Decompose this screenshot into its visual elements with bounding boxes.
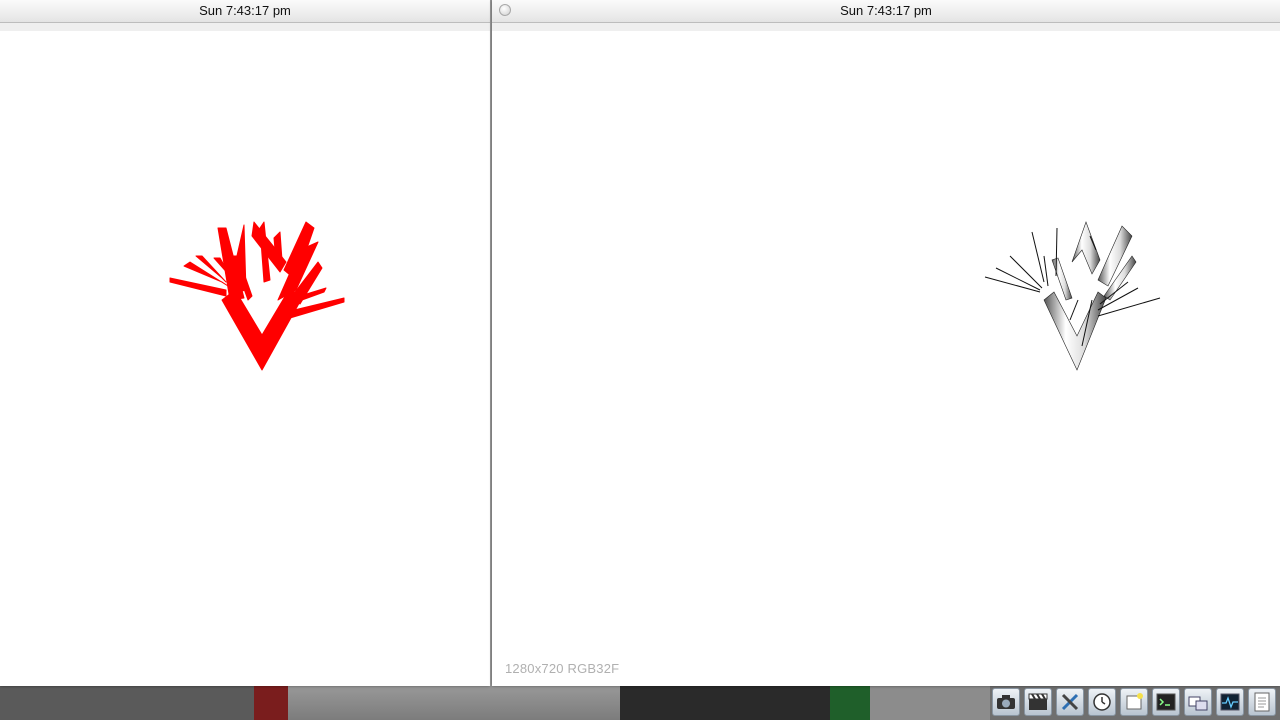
toolbar-strip	[0, 23, 490, 31]
close-icon[interactable]	[499, 4, 511, 16]
window-title-bar[interactable]: Sun 7:43:17 pm	[492, 0, 1280, 23]
window-title-bar[interactable]: Sun 7:43:17 pm	[0, 0, 490, 23]
clock-icon[interactable]	[1088, 688, 1116, 716]
activity-monitor-icon[interactable]	[1216, 688, 1244, 716]
clapperboard-icon[interactable]	[1024, 688, 1052, 716]
tools-icon[interactable]	[1056, 688, 1084, 716]
resolution-label: 1280x720 RGB32F	[505, 661, 620, 676]
render-canvas[interactable]: 1280x720 RGB32F	[492, 31, 1280, 686]
left-render-window[interactable]: Sun 7:43:17 pm	[0, 0, 490, 686]
right-render-window[interactable]: Sun 7:43:17 pm 1280x720 RGB32F	[492, 0, 1280, 686]
red-tree-render	[169, 221, 345, 371]
windows-icon[interactable]	[1184, 688, 1212, 716]
render-canvas[interactable]	[0, 31, 490, 686]
shaded-tree-render	[984, 221, 1161, 371]
camera-icon[interactable]	[992, 688, 1020, 716]
dock	[990, 686, 1280, 720]
toolbar-strip	[492, 23, 1280, 31]
terminal-icon[interactable]	[1152, 688, 1180, 716]
document-icon[interactable]	[1248, 688, 1276, 716]
new-window-icon[interactable]	[1120, 688, 1148, 716]
window-title: Sun 7:43:17 pm	[840, 3, 932, 18]
window-title: Sun 7:43:17 pm	[199, 3, 291, 18]
